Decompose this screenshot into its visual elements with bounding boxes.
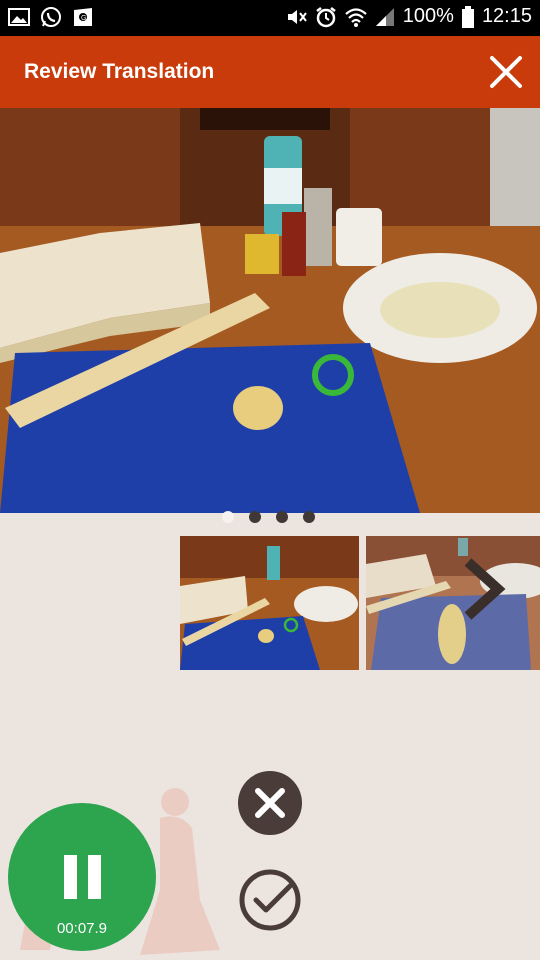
carousel-pager	[222, 511, 315, 523]
gallery-icon	[8, 8, 30, 26]
whatsapp-icon	[41, 7, 61, 27]
pause-icon	[88, 855, 101, 899]
pager-dot[interactable]	[276, 511, 288, 523]
status-bar: G 100% 12:15	[0, 0, 540, 36]
checkmark-icon	[253, 883, 293, 913]
battery-icon	[461, 5, 474, 28]
cancel-button[interactable]	[238, 771, 302, 835]
alarm-icon	[316, 6, 336, 27]
pause-icon	[64, 855, 77, 899]
clock: 12:15	[481, 5, 532, 27]
chevron-right-icon[interactable]	[458, 556, 508, 622]
pager-dot[interactable]	[249, 511, 261, 523]
thumbnail-1[interactable]	[180, 536, 359, 670]
app-bar: Review Translation	[0, 36, 540, 108]
mute-icon	[287, 9, 307, 24]
wifi-icon	[345, 7, 367, 27]
confirm-button[interactable]	[238, 868, 302, 932]
close-icon	[255, 788, 285, 818]
pager-dot[interactable]	[303, 511, 315, 523]
battery-percent: 100%	[402, 5, 454, 27]
svg-text:G: G	[81, 15, 86, 22]
recording-timer: 00:07.9	[56, 920, 108, 937]
signal-icon	[375, 7, 394, 26]
page-title: Review Translation	[24, 60, 215, 83]
maps-icon: G	[74, 8, 92, 26]
close-icon[interactable]	[486, 52, 526, 92]
thumbnail-2[interactable]	[366, 536, 540, 670]
main-photo[interactable]	[0, 108, 540, 513]
pager-dot[interactable]	[222, 511, 234, 523]
record-pause-button[interactable]: 00:07.9	[8, 803, 156, 951]
